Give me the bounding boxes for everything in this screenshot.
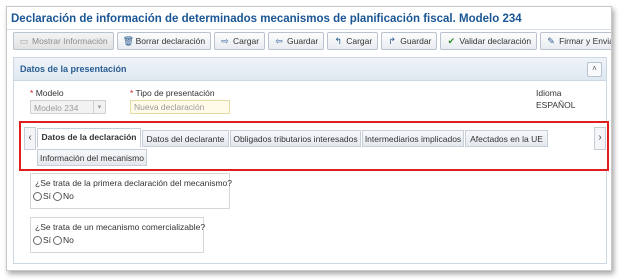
radio-no-1-label: No [63, 191, 74, 201]
upload-button[interactable]: ↰ Cargar [327, 32, 379, 50]
upload-label: Cargar [346, 36, 373, 46]
delete-declaration-label: Borrar declaración [135, 36, 206, 46]
radio-no-2[interactable]: No [53, 235, 74, 245]
sign-icon: ✎ [547, 35, 555, 46]
load-button[interactable]: ⇨ Cargar [214, 32, 266, 50]
check-icon: ✔ [447, 35, 456, 46]
sign-send-button[interactable]: ✎ Firmar y Enviar [540, 32, 612, 50]
tab-intermediarios[interactable]: Intermediarios implicados [362, 130, 464, 147]
presentation-header: Datos de la presentación ˄ [14, 58, 606, 81]
tipo-label: * Tipo de presentación [130, 88, 215, 98]
tipo-input[interactable]: Nueva declaración [130, 100, 230, 114]
radio-no-1[interactable]: No [53, 191, 74, 201]
tab-datos-declarante[interactable]: Datos del declarante [142, 130, 229, 147]
radio-si-1-label: Sí [43, 191, 52, 201]
modelo-label: * Modelo [30, 88, 64, 98]
required-mark: * [30, 88, 34, 98]
idioma-label: Idioma [536, 88, 562, 98]
save-button[interactable]: ⇦ Guardar [268, 32, 325, 50]
tab-datos-declaracion[interactable]: Datos de la declaración [37, 128, 141, 148]
trash-icon: 🗑 [122, 35, 135, 46]
required-mark: * [130, 88, 134, 98]
delete-declaration-button[interactable]: 🗑 Borrar declaración [116, 32, 212, 50]
tab-afectados-ue[interactable]: Afectados en la UE [465, 130, 548, 147]
collapse-button[interactable]: ˄ [587, 62, 602, 77]
download-label: Guardar [400, 36, 432, 46]
tab-informacion-mecanismo[interactable]: Información del mecanismo [37, 149, 147, 166]
tipo-label-text: Tipo de presentación [135, 88, 215, 98]
question-box-2: ¿Se trata de un mecanismo comercializabl… [30, 217, 206, 253]
upload-icon: ↰ [334, 35, 342, 46]
validate-label: Validar declaración [459, 36, 532, 46]
question-1-text: ¿Se trata de la primera declaración del … [35, 178, 233, 188]
question-2-options: Sí No [33, 235, 76, 245]
title-divider [7, 29, 611, 30]
toolbar: ▭ Mostrar Información 🗑 Borrar declaraci… [13, 32, 612, 52]
validate-button[interactable]: ✔ Validar declaración [440, 32, 538, 50]
show-info-label: Mostrar Información [32, 36, 108, 46]
question-1-options: Sí No [33, 191, 76, 201]
question-2-text: ¿Se trata de un mecanismo comercializabl… [35, 222, 206, 232]
radio-si-2[interactable]: Sí [33, 235, 51, 245]
modelo-label-text: Modelo [35, 88, 64, 98]
save-icon: ⇦ [275, 35, 283, 46]
radio-icon [53, 235, 63, 245]
presentation-title: Datos de la presentación [20, 64, 127, 74]
radio-icon [53, 191, 63, 201]
save-label: Guardar [287, 36, 319, 46]
modelo-select[interactable]: Modelo 234 ▾ [30, 100, 106, 114]
modelo-value: Modelo 234 [34, 103, 79, 113]
load-icon: ⇨ [221, 35, 229, 46]
radio-no-2-label: No [63, 235, 74, 245]
tab-obligados-tributarios[interactable]: Obligados tributarios interesados [230, 130, 361, 147]
chevron-down-icon: ▾ [93, 101, 105, 113]
tabs-highlight: ‹ › Datos de la declaración Datos del de… [19, 121, 609, 171]
page-title: Declaración de información de determinad… [11, 13, 522, 25]
question-box-1: ¿Se trata de la primera declaración del … [30, 173, 233, 209]
load-label: Cargar [233, 36, 260, 46]
idioma-value: ESPAÑOL [536, 100, 576, 110]
radio-si-1[interactable]: Sí [33, 191, 51, 201]
radio-icon [33, 191, 42, 201]
tab-next-arrow[interactable]: › [594, 127, 606, 150]
radio-si-2-label: Sí [43, 235, 52, 245]
show-info-button[interactable]: ▭ Mostrar Información [13, 32, 114, 50]
info-icon: ▭ [19, 35, 29, 46]
download-button[interactable]: ↱ Guardar [381, 32, 438, 50]
sign-send-label: Firmar y Enviar [559, 36, 612, 46]
tab-prev-arrow[interactable]: ‹ [24, 127, 36, 150]
download-icon: ↱ [388, 35, 396, 46]
radio-icon [33, 235, 42, 245]
tipo-placeholder: Nueva declaración [134, 102, 205, 112]
